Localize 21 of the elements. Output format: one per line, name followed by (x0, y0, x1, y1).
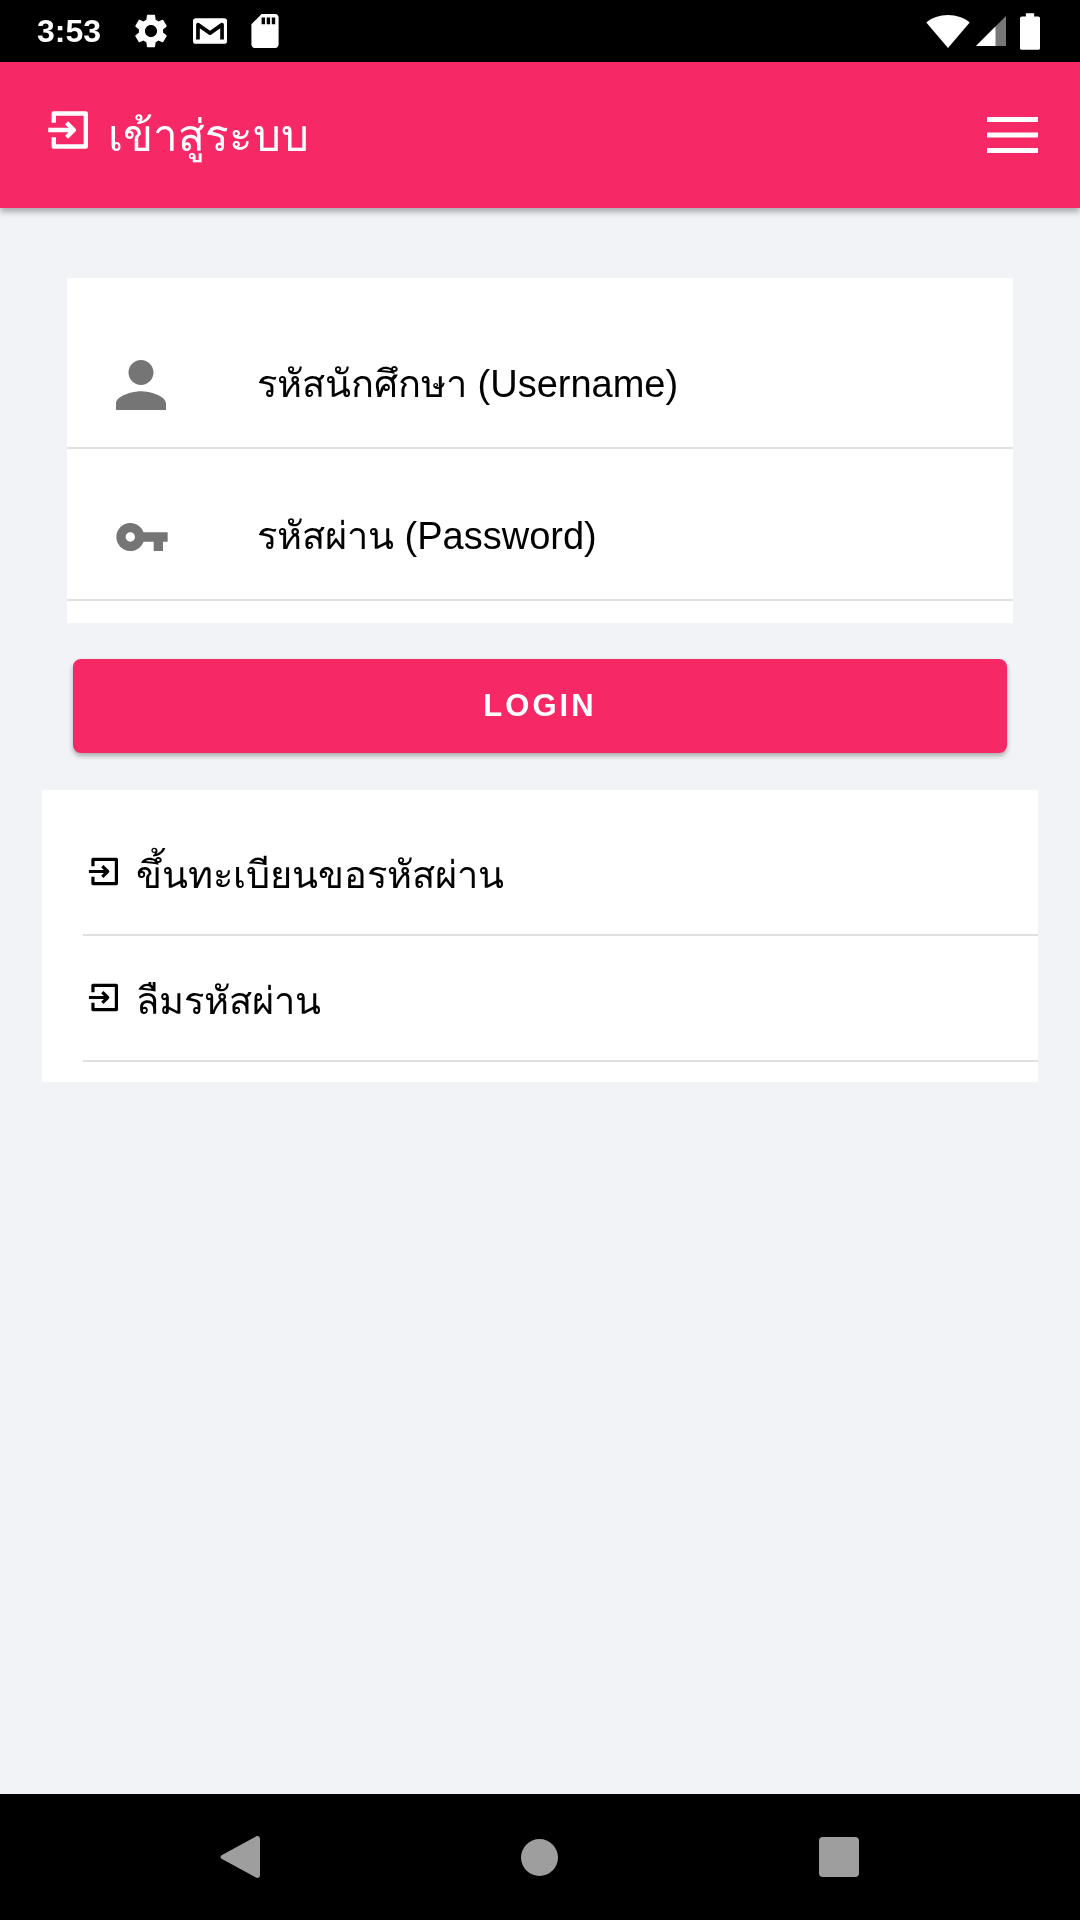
signal-icon (976, 16, 1006, 46)
menu-link[interactable]: ลืมรหัสผ่าน (83, 936, 1038, 1062)
menu-link[interactable]: ขึ้นทะเบียนขอรหัสผ่าน (83, 810, 1038, 936)
sd-card-icon (251, 14, 280, 48)
login-icon (47, 111, 88, 149)
login-icon (88, 982, 118, 1012)
home-icon[interactable] (521, 1838, 558, 1876)
mail-icon (193, 18, 228, 44)
status-time: 3:53 (37, 15, 102, 47)
back-icon[interactable] (220, 1835, 260, 1879)
wifi-icon (926, 14, 970, 48)
input-field[interactable]: รหัสนักศึกษา (Username) (257, 339, 993, 430)
menu-icon[interactable] (987, 117, 1038, 153)
person-icon (116, 359, 166, 410)
battery-icon (1020, 12, 1040, 50)
login-icon (88, 856, 118, 886)
login-button[interactable]: LOGIN (73, 659, 1007, 753)
app-title: เข้าสู่ระบบ (108, 107, 309, 163)
input-field[interactable]: รหัสผ่าน (Password) (257, 491, 993, 582)
key-icon (116, 522, 168, 551)
settings-icon (135, 14, 168, 48)
